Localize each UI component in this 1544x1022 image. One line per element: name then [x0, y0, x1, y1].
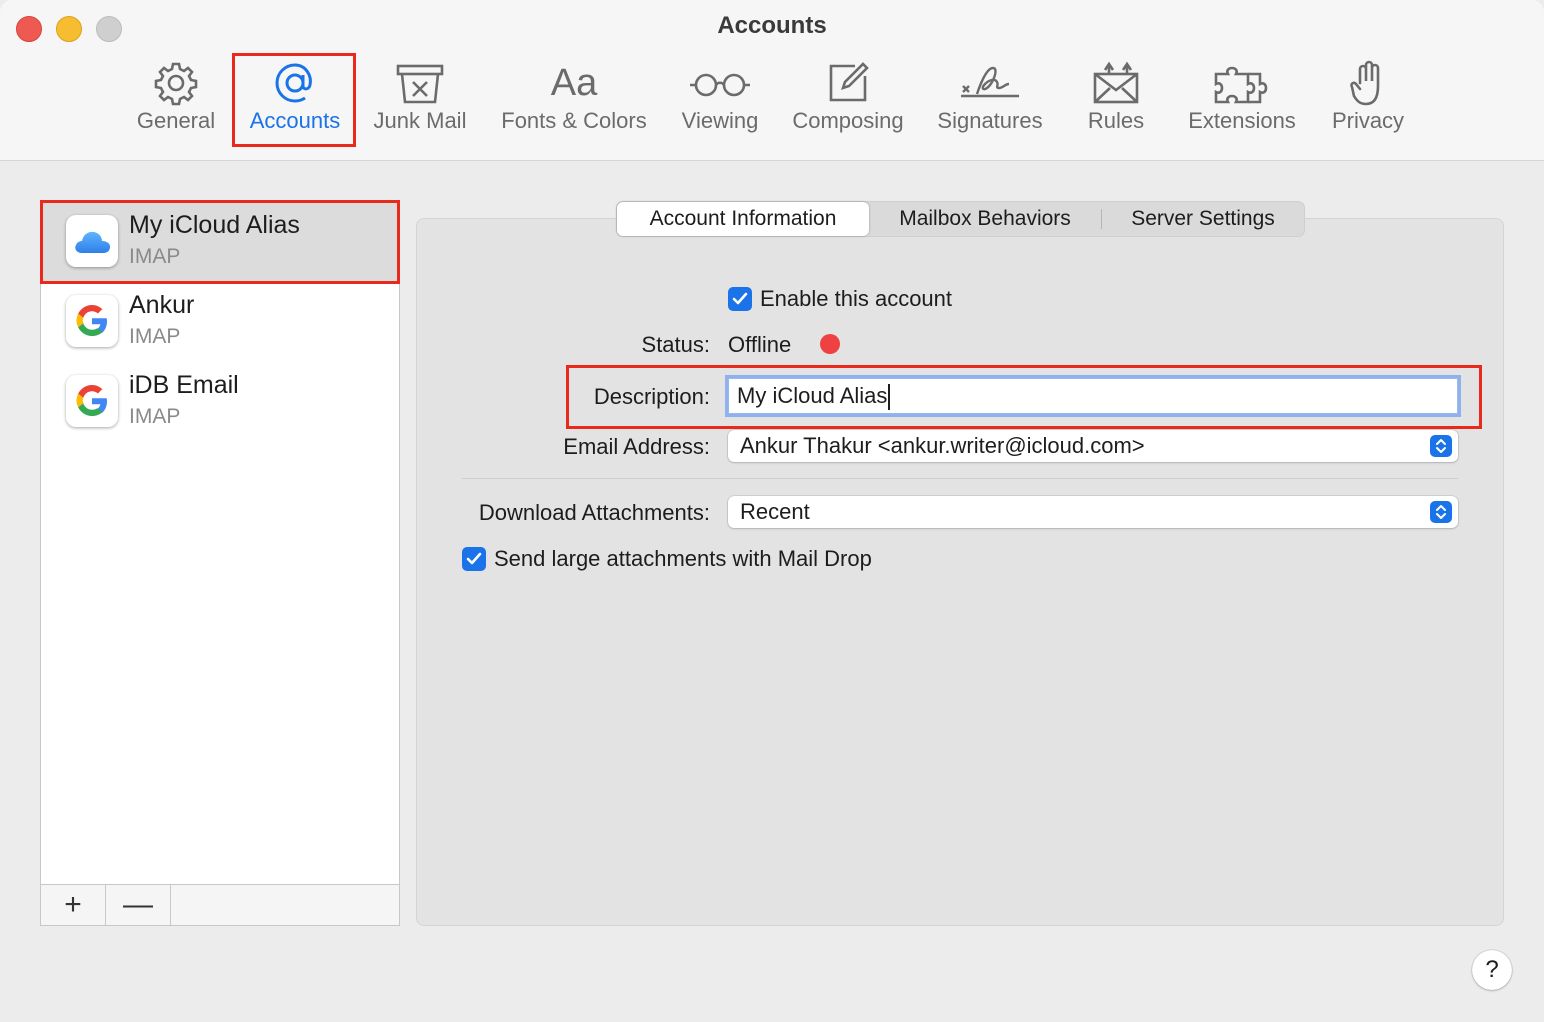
mail-drop-checkbox[interactable] — [462, 547, 486, 571]
description-highlight-box — [566, 365, 1482, 429]
account-type: IMAP — [129, 405, 181, 428]
toolbar-fonts-colors[interactable]: Aa Fonts & Colors — [494, 58, 654, 144]
account-type: IMAP — [129, 325, 181, 348]
download-attachments-label: Download Attachments: — [478, 500, 710, 525]
download-attachments-value: Recent — [740, 499, 810, 524]
toolbar-label: Rules — [1087, 108, 1145, 133]
compose-icon — [825, 58, 871, 108]
tab-mailbox-behaviors[interactable]: Mailbox Behaviors — [869, 202, 1101, 236]
fonts-icon: Aa — [550, 61, 598, 104]
google-icon — [66, 295, 118, 347]
enable-account-label: Enable this account — [760, 286, 953, 311]
accounts-list: My iCloud Alias IMAP Ankur IMAP iDB Emai… — [40, 200, 400, 926]
checkmark-icon — [466, 552, 482, 565]
status-label: Status: — [641, 332, 710, 357]
accounts-highlight-box — [232, 53, 356, 147]
toolbar-label: Fonts & Colors — [501, 108, 647, 133]
status-offline-dot — [820, 334, 840, 354]
settings-tabs: Account Information Mailbox Behaviors Se… — [616, 201, 1305, 237]
add-account-button[interactable]: + — [41, 885, 106, 925]
toolbar-junk-mail[interactable]: Junk Mail — [366, 58, 474, 144]
toolbar-label: Signatures — [937, 108, 1043, 133]
toolbar-composing[interactable]: Composing — [786, 58, 910, 144]
tab-account-information[interactable]: Account Information — [617, 202, 869, 236]
signature-icon — [959, 58, 1021, 108]
chevron-up-down-icon — [1430, 501, 1452, 523]
chevron-up-down-icon — [1430, 435, 1452, 457]
account-row[interactable]: iDB Email IMAP — [41, 361, 399, 441]
toolbar-label: Junk Mail — [373, 108, 467, 133]
rules-envelope-icon — [1091, 58, 1141, 108]
account-row[interactable]: Ankur IMAP — [41, 281, 399, 361]
toolbar-label: Extensions — [1188, 108, 1296, 133]
checkmark-icon — [732, 292, 748, 305]
puzzle-icon — [1212, 58, 1272, 108]
toolbar-viewing[interactable]: Viewing — [676, 58, 764, 144]
toolbar-label: Composing — [792, 108, 904, 133]
toolbar-general[interactable]: General — [130, 58, 222, 144]
email-address-value: Ankur Thakur <ankur.writer@icloud.com> — [740, 433, 1145, 458]
account-list-toolbar: + — — [41, 884, 399, 925]
account-name: Ankur — [129, 291, 195, 319]
email-address-popup[interactable]: Ankur Thakur <ankur.writer@icloud.com> — [728, 430, 1458, 462]
toolbar-label: Viewing — [681, 108, 759, 133]
download-attachments-popup[interactable]: Recent — [728, 496, 1458, 528]
google-icon — [66, 375, 118, 427]
help-button[interactable]: ? — [1472, 950, 1512, 990]
toolbar-rules[interactable]: Rules — [1080, 58, 1152, 144]
remove-account-button[interactable]: — — [106, 885, 171, 925]
mail-preferences-window: Accounts General Accounts Junk Mail Aa F… — [0, 0, 1544, 1022]
toolbar-label: General — [136, 108, 216, 133]
gear-icon — [153, 58, 199, 108]
junk-mail-icon — [394, 58, 446, 108]
toolbar-signatures[interactable]: Signatures — [930, 58, 1050, 144]
glasses-icon — [688, 58, 752, 108]
account-name: iDB Email — [129, 371, 239, 399]
form-divider — [462, 478, 1458, 479]
tab-server-settings[interactable]: Server Settings — [1102, 202, 1304, 236]
status-value: Offline — [728, 332, 792, 357]
toolbar-extensions[interactable]: Extensions — [1180, 58, 1304, 144]
toolbar-label: Privacy — [1331, 108, 1405, 133]
mail-drop-label: Send large attachments with Mail Drop — [494, 546, 872, 571]
account-highlight-box — [40, 200, 400, 284]
enable-account-checkbox[interactable] — [728, 287, 752, 311]
window-title: Accounts — [717, 12, 827, 39]
account-settings-panel — [416, 218, 1504, 926]
toolbar-privacy[interactable]: Privacy — [1324, 58, 1412, 144]
hand-icon — [1348, 58, 1388, 108]
email-address-label: Email Address: — [563, 434, 710, 459]
